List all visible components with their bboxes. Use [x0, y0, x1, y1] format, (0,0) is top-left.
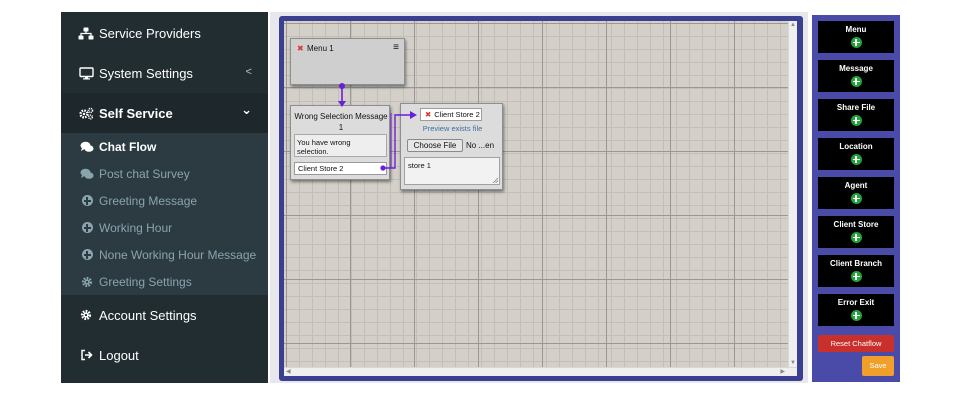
chevron-down-icon: ⌄ [241, 102, 252, 117]
node-title-line1: Wrong Selection Message [294, 112, 388, 121]
tool-label: Error Exit [837, 298, 875, 307]
tool-label: Menu [845, 25, 867, 34]
sub-greeting-message[interactable]: Greeting Message [61, 187, 268, 214]
tool-share-file[interactable]: Share File [818, 99, 894, 131]
plus-circle-icon [80, 222, 94, 233]
preview-file-link[interactable]: Preview exists file [401, 124, 504, 133]
tool-client-store[interactable]: Client Store [818, 216, 894, 248]
scroll-right-icon[interactable]: ▶ [780, 368, 785, 376]
nav-label: Logout [99, 347, 139, 363]
add-icon[interactable] [850, 37, 862, 48]
tool-agent[interactable]: Agent [818, 177, 894, 209]
resize-grip-icon[interactable] [492, 177, 498, 183]
message-textarea[interactable]: You have wrong selection. [294, 134, 387, 157]
sub-label: Post chat Survey [99, 166, 190, 181]
hamburger-icon[interactable]: ≡ [393, 42, 399, 53]
sub-working-hour[interactable]: Working Hour [61, 214, 268, 241]
chevron-left-icon: < [245, 66, 252, 78]
nav-system-settings[interactable]: System Settings < [61, 53, 268, 93]
save-button[interactable]: Save [862, 356, 894, 376]
menu-node[interactable]: ✖ Menu 1 ≡ [290, 38, 405, 85]
sub-label: Greeting Settings [99, 274, 192, 289]
gear-icon [80, 276, 94, 288]
add-icon[interactable] [850, 154, 862, 165]
comments-icon [80, 141, 94, 153]
node-title-line2: 1 [338, 123, 344, 132]
tool-label: Agent [844, 181, 868, 190]
nav-self-service[interactable]: Self Service ⌄ [61, 93, 268, 133]
add-icon[interactable] [850, 310, 862, 321]
close-icon[interactable]: ✖ [297, 44, 304, 53]
nav-label: Account Settings [99, 307, 197, 323]
sub-post-chat-survey[interactable]: Post chat Survey [61, 160, 268, 187]
sub-label: Chat Flow [99, 139, 157, 154]
add-icon[interactable] [850, 76, 862, 87]
choose-file-button[interactable]: Choose File [407, 139, 463, 152]
tool-client-branch[interactable]: Client Branch [818, 255, 894, 287]
sub-label: None Working Hour Message [99, 247, 257, 262]
sub-none-working-hour-message[interactable]: None Working Hour Message [61, 241, 268, 268]
nav-service-providers[interactable]: Service Providers [61, 13, 268, 53]
textarea-value: store 1 [408, 161, 431, 170]
tool-label: Client Store [833, 220, 879, 229]
scroll-up-icon[interactable]: ▲ [790, 22, 796, 28]
gear-icon [78, 309, 94, 321]
flow-canvas[interactable]: ✖ Menu 1 ≡ Wrong Selection Message 1 You… [284, 21, 797, 376]
comments-icon [80, 168, 94, 180]
add-icon[interactable] [850, 232, 862, 243]
tool-label: Client Branch [829, 259, 882, 268]
vertical-scrollbar[interactable]: ▲ ▼ [788, 21, 797, 367]
nav-label: Self Service [99, 105, 173, 121]
nav-account-settings[interactable]: Account Settings [61, 295, 268, 335]
reset-chatflow-button[interactable]: Reset Chatflow [818, 335, 894, 352]
sidebar: Service Providers System Settings < Self… [61, 12, 268, 383]
sitemap-icon [78, 27, 94, 40]
add-icon[interactable] [850, 271, 862, 282]
plus-circle-icon [80, 195, 94, 206]
node-title: Client Store 2 [434, 110, 480, 119]
file-status: No ...en [466, 141, 495, 150]
store-textarea[interactable]: store 1 [404, 157, 500, 185]
toolbox-panel: Menu Message Share File Location Agent C… [812, 15, 900, 382]
tool-error-exit[interactable]: Error Exit [818, 294, 894, 326]
client-store-node[interactable]: ✖ Client Store 2 Preview exists file Choo… [400, 103, 503, 190]
sub-greeting-settings[interactable]: Greeting Settings [61, 268, 268, 295]
tool-label: Message [839, 64, 873, 73]
tool-label: Share File [836, 103, 876, 112]
node-title: Menu 1 [307, 44, 334, 53]
close-icon[interactable]: ✖ [425, 110, 431, 119]
tool-location[interactable]: Location [818, 138, 894, 170]
cogs-icon [78, 107, 94, 120]
node-title: Wrong Selection Message 1 [291, 111, 391, 133]
nav-label: Service Providers [99, 25, 201, 41]
tool-menu[interactable]: Menu [818, 21, 894, 53]
wrong-selection-node[interactable]: Wrong Selection Message 1 You have wrong… [290, 105, 390, 180]
scroll-down-icon[interactable]: ▼ [790, 360, 796, 366]
tool-label: Location [839, 142, 873, 151]
option-field[interactable]: Client Store 2 [294, 162, 387, 175]
nav-logout[interactable]: Logout [61, 335, 268, 375]
plus-circle-icon [80, 249, 94, 260]
node-header: ✖ Client Store 2 [420, 108, 482, 121]
sign-out-icon [78, 349, 94, 361]
scroll-left-icon[interactable]: ◀ [286, 368, 291, 376]
add-icon[interactable] [850, 115, 862, 126]
self-service-submenu: Chat Flow Post chat Survey Greeting Mess… [61, 133, 268, 295]
horizontal-scrollbar[interactable]: ◀ ▶ [284, 367, 797, 376]
sub-label: Greeting Message [99, 193, 198, 208]
tool-message[interactable]: Message [818, 60, 894, 92]
desktop-icon [78, 66, 94, 80]
sub-chat-flow[interactable]: Chat Flow [61, 133, 268, 160]
sub-label: Working Hour [99, 220, 173, 235]
add-icon[interactable] [850, 193, 862, 204]
nav-label: System Settings [99, 65, 193, 81]
